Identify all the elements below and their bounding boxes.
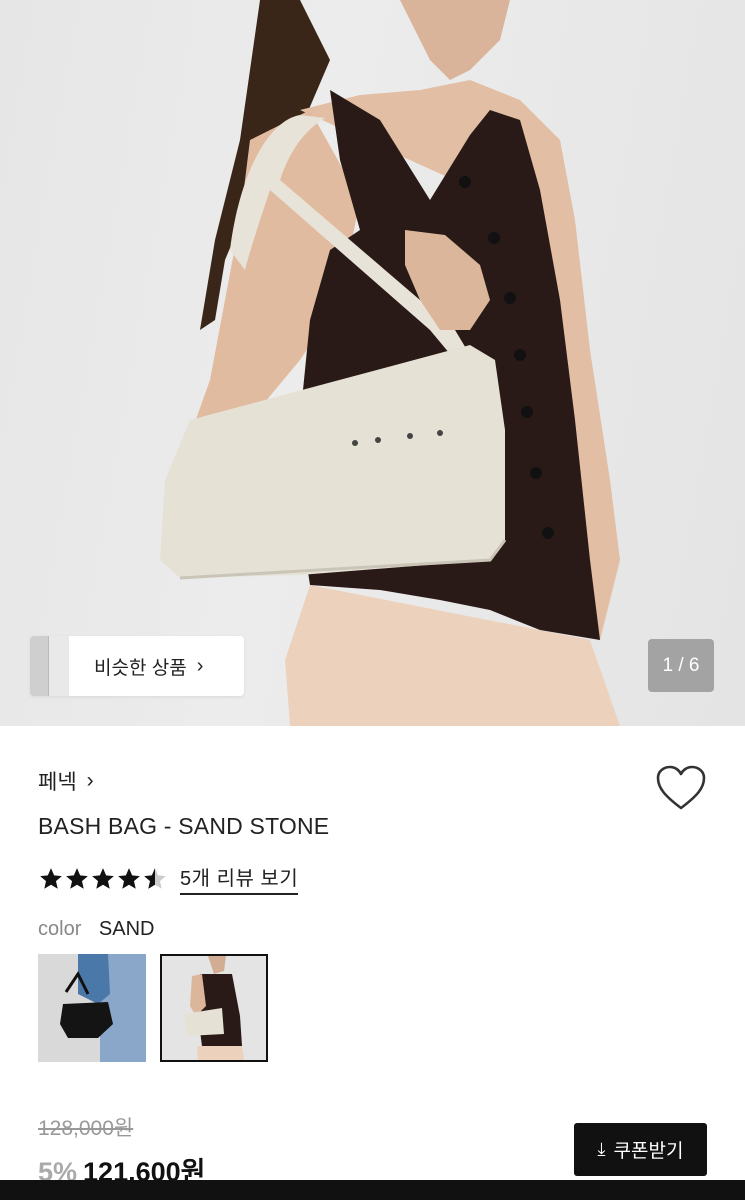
similar-products-label: 비슷한 상품: [94, 657, 187, 679]
similar-products-thumbnail: [30, 636, 69, 696]
swatch-sand[interactable]: [160, 954, 268, 1062]
star-icon: [66, 867, 88, 889]
image-page-indicator: 1 / 6: [648, 639, 714, 692]
reviews-link[interactable]: 5개 리뷰 보기: [180, 862, 299, 895]
color-swatches: [38, 954, 282, 1062]
star-icon: [118, 867, 140, 889]
chevron-right-icon: ›: [86, 769, 94, 792]
product-image-carousel[interactable]: 비슷한 상품 › 1 / 6: [0, 0, 745, 726]
star-icon: [92, 867, 114, 889]
product-title: BASH BAG - SAND STONE: [38, 813, 330, 839]
product-photo: [160, 0, 620, 726]
swatch-black-image: [38, 954, 146, 1062]
rating-stars: [38, 866, 168, 892]
original-price: 128,000원: [38, 1117, 134, 1140]
chevron-right-icon: ›: [196, 654, 204, 677]
star-icon: [40, 867, 62, 889]
download-icon: ⤓: [597, 1139, 606, 1159]
heart-icon[interactable]: [655, 764, 707, 812]
brand-name: 페넥: [38, 771, 77, 794]
swatch-black[interactable]: [38, 954, 146, 1062]
swatch-sand-image: [162, 956, 266, 1060]
coupon-download-button[interactable]: ⤓ 쿠폰받기: [574, 1123, 707, 1176]
coupon-button-label: 쿠폰받기: [613, 1141, 684, 1162]
similar-products-button[interactable]: 비슷한 상품 ›: [30, 636, 244, 696]
color-label: color: [38, 918, 82, 940]
bottom-action-bar: [0, 1180, 745, 1200]
brand-link[interactable]: 페넥 ›: [38, 766, 94, 796]
half-star-icon: [144, 867, 166, 889]
color-selector-label: color SAND: [38, 918, 155, 941]
color-value: SAND: [98, 918, 155, 940]
rating-row: 5개 리뷰 보기: [38, 862, 299, 895]
